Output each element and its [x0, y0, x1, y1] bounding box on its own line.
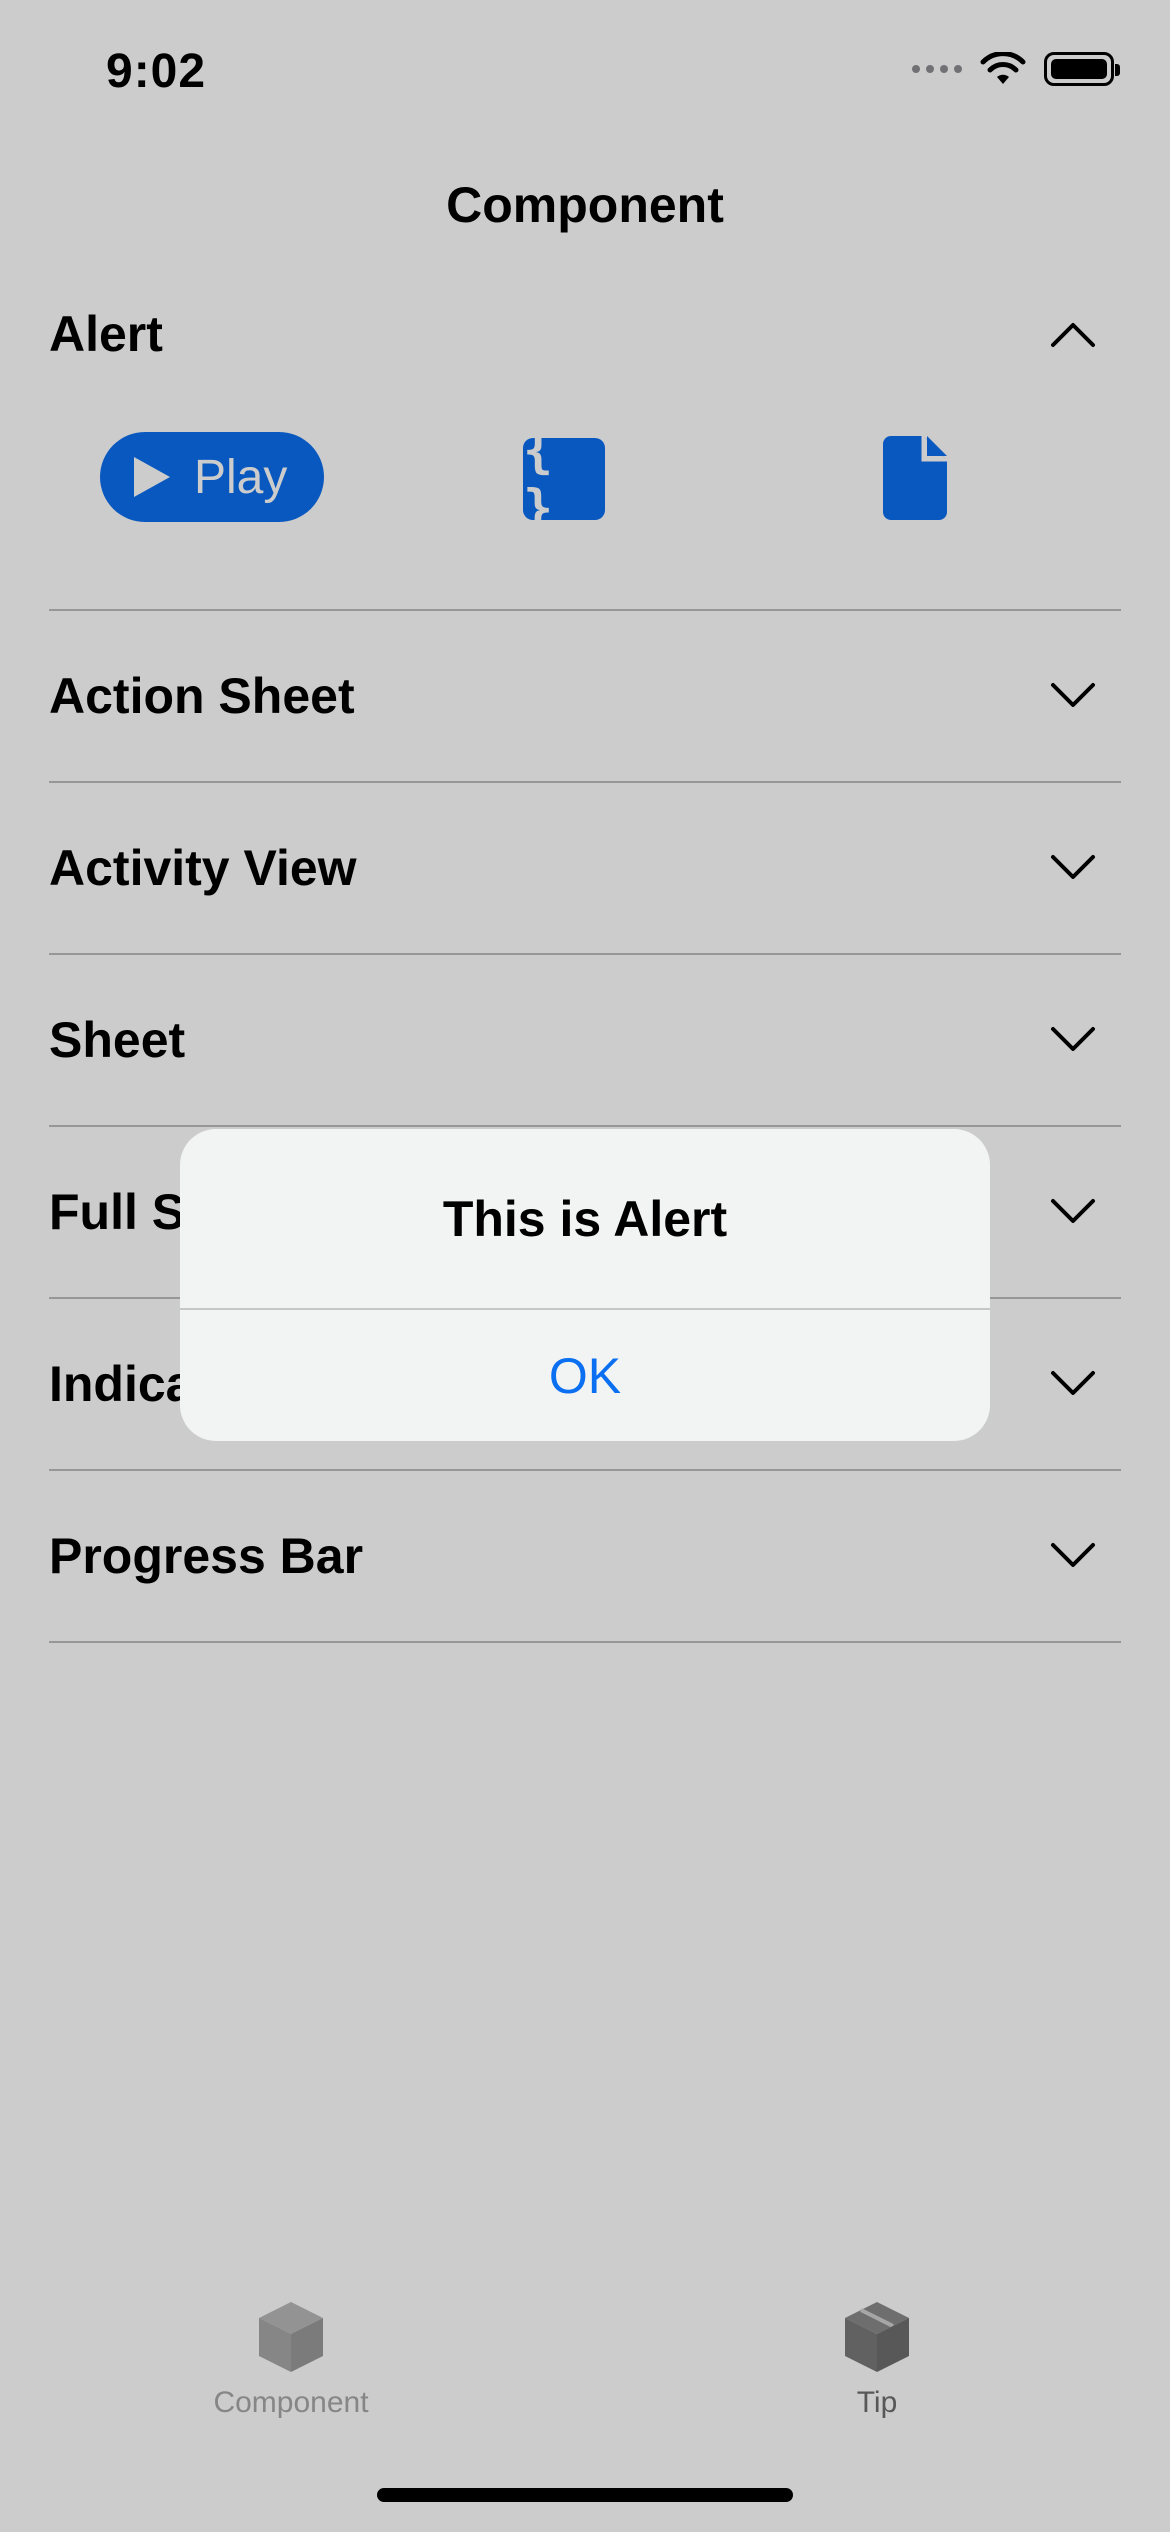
- screen: 9:02 Component Alert Play {} Action She…: [0, 0, 1170, 2532]
- ok-button[interactable]: OK: [180, 1310, 990, 1441]
- alert-title: This is Alert: [442, 1191, 728, 1247]
- alert-dialog: This is Alert OK: [180, 1129, 990, 1441]
